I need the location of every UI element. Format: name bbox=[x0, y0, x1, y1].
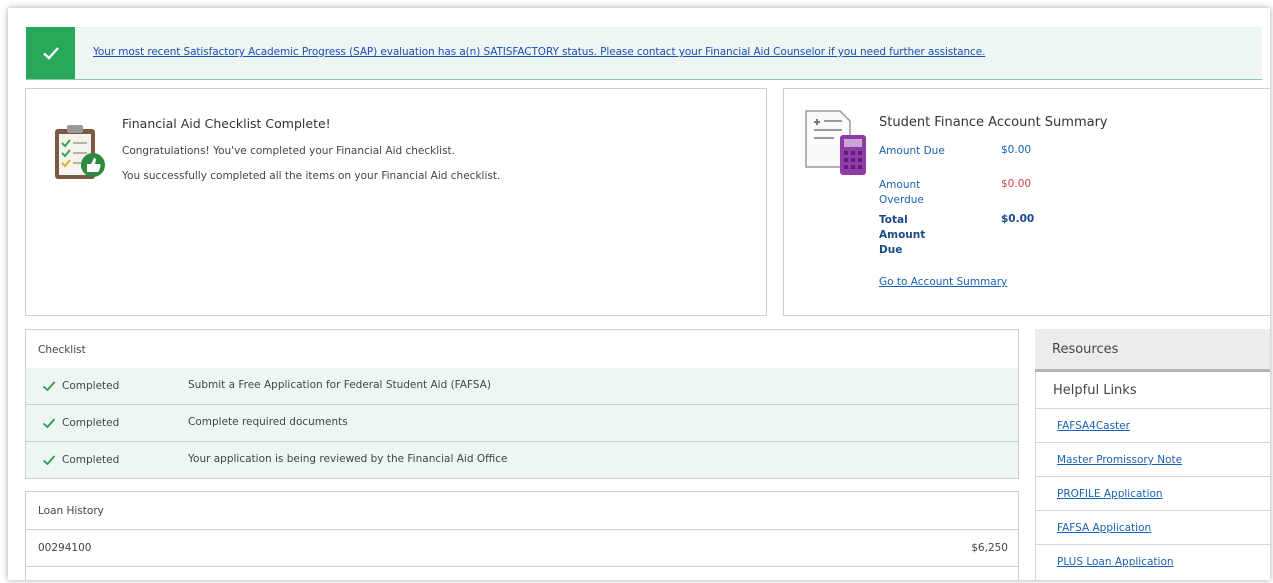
loan-id: 00294100 bbox=[38, 542, 92, 554]
checklist-item: Completed Submit a Free Application for … bbox=[26, 368, 1018, 405]
link-item: PLUS Loan Application bbox=[1036, 545, 1270, 578]
link-fafsa-application[interactable]: FAFSA Application bbox=[1057, 522, 1151, 534]
finance-summary-card: Student Finance Account Summary Amount D… bbox=[783, 88, 1270, 316]
link-master-promissory-note[interactable]: Master Promissory Note bbox=[1057, 454, 1182, 466]
loan-row[interactable]: 00294100 $6,250 bbox=[26, 530, 1018, 567]
loan-history-panel: Loan History 00294100 $6,250 bbox=[25, 491, 1019, 580]
link-item: PROFILE Application bbox=[1036, 477, 1270, 511]
helpful-links-title: Helpful Links bbox=[1053, 383, 1137, 398]
amount-overdue-value: $0.00 bbox=[1001, 178, 1032, 190]
loan-history-header: Loan History bbox=[26, 492, 1018, 530]
link-plus-loan-application[interactable]: PLUS Loan Application bbox=[1057, 556, 1174, 568]
helpful-links-panel: Helpful Links FAFSA4Caster Master Promis… bbox=[1035, 372, 1270, 580]
amount-due-value: $0.00 bbox=[1001, 144, 1032, 156]
helpful-links-header: Helpful Links bbox=[1036, 372, 1270, 409]
resources-title: Resources bbox=[1052, 342, 1119, 357]
page-frame: Your most recent Satisfactory Academic P… bbox=[8, 8, 1270, 580]
success-check-badge bbox=[26, 27, 75, 79]
link-item: Master Promissory Note bbox=[1036, 443, 1270, 477]
loan-history-title: Loan History bbox=[38, 505, 104, 517]
link-item: FAFSA Application bbox=[1036, 511, 1270, 545]
checklist-item: Completed Complete required documents bbox=[26, 405, 1018, 442]
completion-text: You successfully completed all the items… bbox=[122, 170, 501, 182]
checklist-text: Your application is being reviewed by th… bbox=[188, 453, 508, 465]
financial-aid-complete-card: Financial Aid Checklist Complete! Congra… bbox=[25, 88, 767, 316]
invoice-calculator-icon bbox=[805, 110, 866, 175]
total-amount-due-label: Total Amount Due bbox=[879, 214, 926, 256]
loan-amount: $6,250 bbox=[971, 542, 1008, 554]
sap-status-alert: Your most recent Satisfactory Academic P… bbox=[26, 27, 1262, 80]
link-fafsa4caster[interactable]: FAFSA4Caster bbox=[1057, 420, 1130, 432]
amount-overdue-label: Amount Overdue bbox=[879, 179, 924, 206]
total-amount-due-value: $0.00 bbox=[1001, 213, 1035, 225]
link-item: FAFSA4Caster bbox=[1036, 409, 1270, 443]
checklist-title: Checklist bbox=[38, 344, 86, 356]
account-summary-link[interactable]: Go to Account Summary bbox=[879, 276, 1007, 288]
checklist-item: Completed Your application is being revi… bbox=[26, 442, 1018, 478]
checklist-text: Complete required documents bbox=[188, 416, 348, 428]
clipboard-thumbs-up-icon bbox=[55, 125, 105, 179]
sap-status-link[interactable]: Your most recent Satisfactory Academic P… bbox=[93, 46, 985, 58]
link-profile-application[interactable]: PROFILE Application bbox=[1057, 488, 1163, 500]
resources-header[interactable]: Resources bbox=[1035, 329, 1270, 372]
checklist-status: Completed bbox=[62, 417, 120, 429]
checklist-panel: Checklist Completed Submit a Free Applic… bbox=[25, 329, 1019, 479]
checklist-status: Completed bbox=[62, 454, 120, 466]
checklist-header: Checklist bbox=[26, 330, 1018, 369]
check-icon bbox=[42, 418, 56, 429]
amount-due-label: Amount Due bbox=[879, 145, 945, 157]
checkmark-icon bbox=[42, 47, 59, 60]
finance-summary-title: Student Finance Account Summary bbox=[879, 115, 1108, 130]
checklist-complete-title: Financial Aid Checklist Complete! bbox=[122, 116, 331, 131]
checklist-text: Submit a Free Application for Federal St… bbox=[188, 379, 491, 391]
check-icon bbox=[42, 381, 56, 392]
checklist-status: Completed bbox=[62, 380, 120, 392]
congratulations-text: Congratulations! You've completed your F… bbox=[122, 145, 455, 157]
check-icon bbox=[42, 455, 56, 466]
